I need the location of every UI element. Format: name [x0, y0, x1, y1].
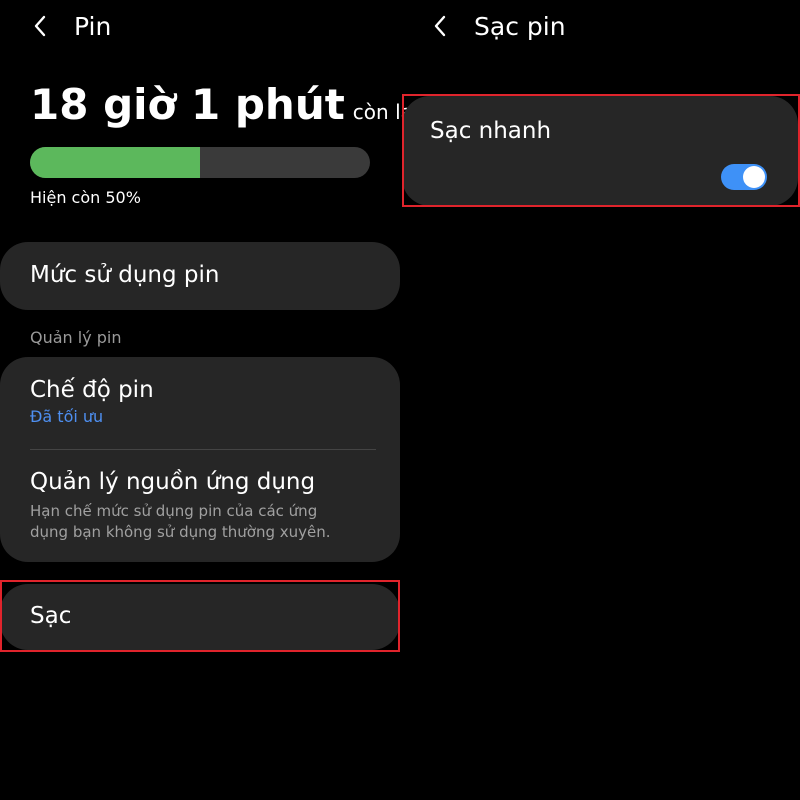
battery-time-remaining: 18 giờ 1 phút còn lại — [30, 80, 418, 129]
back-button[interactable] — [428, 8, 452, 44]
time-remaining-value: 18 giờ 1 phút — [30, 80, 345, 129]
app-power-management-item[interactable]: Quản lý nguồn ứng dụng Hạn chế mức sử dụ… — [30, 469, 376, 543]
charging-settings-screen: Sạc pin Sạc nhanh — [400, 0, 800, 800]
battery-mode-label: Chế độ pin — [30, 377, 154, 403]
battery-level-bar — [30, 147, 370, 178]
highlight-box — [402, 94, 800, 207]
header: Pin — [28, 8, 111, 44]
battery-usage-card[interactable]: Mức sử dụng pin — [0, 242, 400, 310]
divider — [30, 449, 376, 450]
battery-percent-text: Hiện còn 50% — [30, 188, 141, 207]
back-button[interactable] — [28, 8, 52, 44]
app-power-desc-line: Hạn chế mức sử dụng pin của các ứng — [30, 502, 318, 520]
battery-mode-item[interactable]: Chế độ pin Đã tối ưu — [30, 377, 376, 426]
app-power-management-label: Quản lý nguồn ứng dụng — [30, 469, 316, 495]
page-title: Pin — [74, 11, 112, 41]
chevron-left-icon — [34, 15, 46, 37]
app-power-management-desc: Hạn chế mức sử dụng pin của các ứng dụng… — [30, 501, 376, 543]
battery-level-fill — [30, 147, 200, 178]
battery-usage-label: Mức sử dụng pin — [30, 262, 220, 288]
app-power-desc-line: dụng bạn không sử dụng thường xuyên. — [30, 523, 331, 541]
section-label-battery-management: Quản lý pin — [30, 328, 122, 347]
page-title: Sạc pin — [474, 11, 566, 41]
battery-screen: Pin 18 giờ 1 phút còn lại Hiện còn 50% M… — [0, 0, 418, 800]
highlight-box — [0, 580, 400, 652]
battery-management-card: Chế độ pin Đã tối ưu Quản lý nguồn ứng d… — [0, 357, 400, 562]
header: Sạc pin — [428, 8, 566, 44]
chevron-left-icon — [434, 15, 446, 37]
battery-mode-value: Đã tối ưu — [30, 407, 104, 426]
